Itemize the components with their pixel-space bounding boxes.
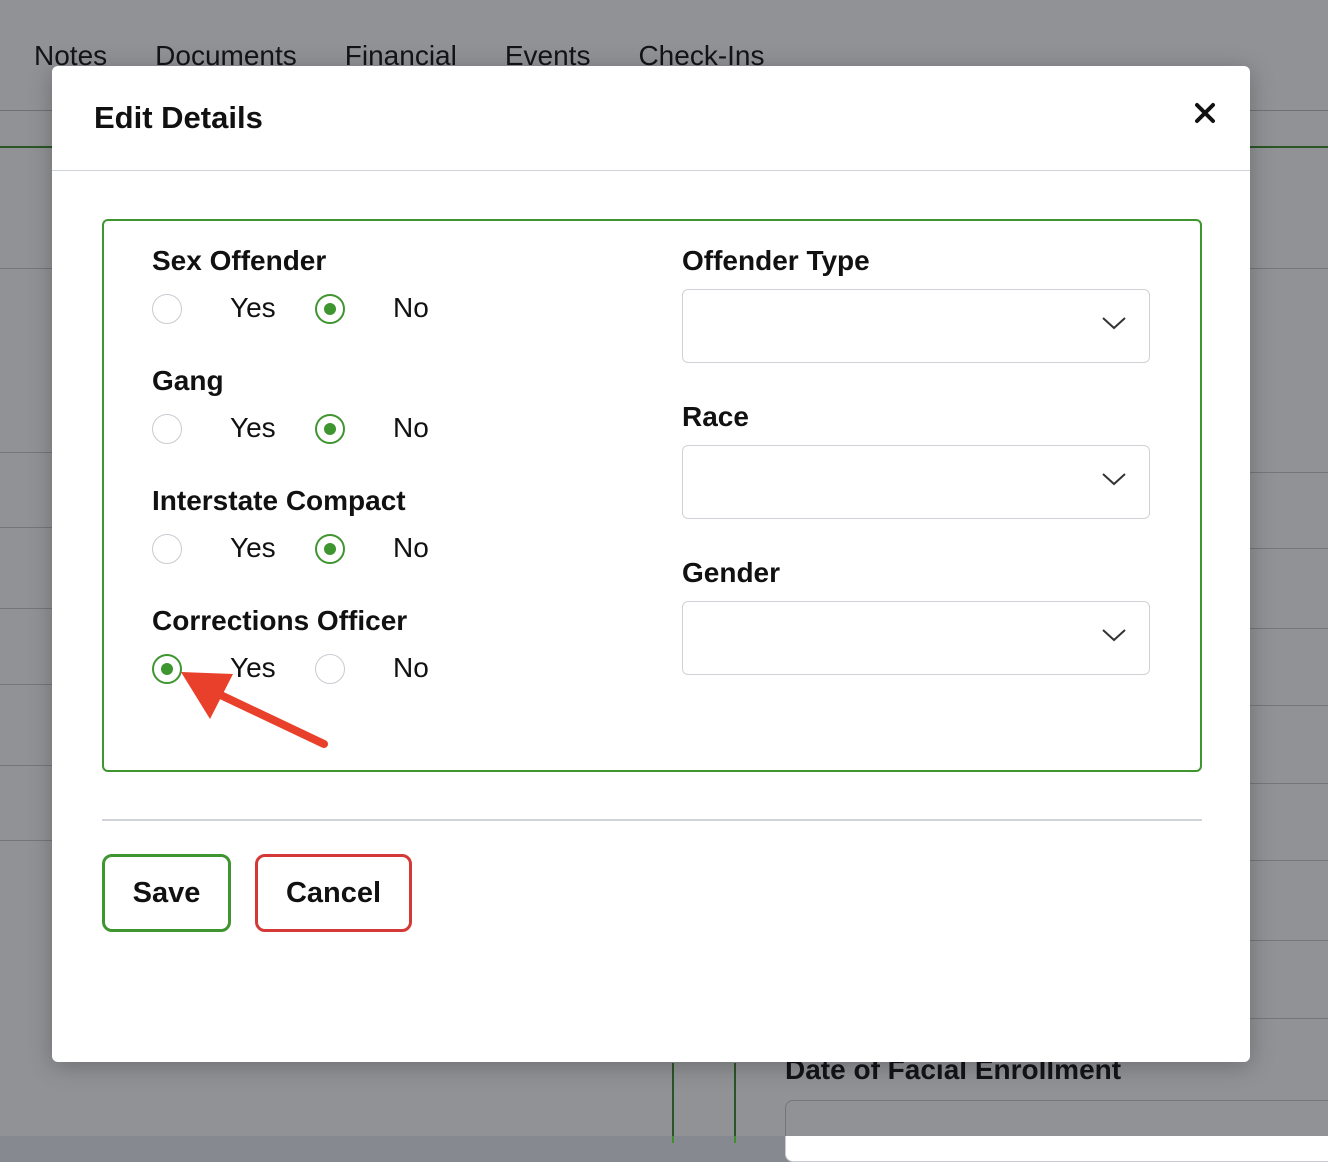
chevron-down-icon [1102,473,1126,486]
close-icon [1195,103,1215,123]
corrections-officer-yes-radio[interactable] [152,654,182,684]
cancel-button[interactable]: Cancel [255,854,412,932]
gang-no-label: No [393,412,429,443]
close-button[interactable] [1188,96,1222,130]
gang-no-radio[interactable] [315,414,345,444]
interstate-compact-yes-radio[interactable] [152,534,182,564]
gang-radio-group: Yes No [152,412,452,450]
sex-offender-no-radio[interactable] [315,294,345,324]
details-form: Sex Offender Yes No Gang Yes No Intersta… [102,219,1202,772]
interstate-compact-radio-group: Yes No [152,532,452,570]
footer-divider [102,819,1202,821]
interstate-compact-label: Interstate Compact [152,485,406,516]
corrections-officer-no-label: No [393,652,429,683]
sex-offender-yes-radio[interactable] [152,294,182,324]
chevron-down-icon [1102,629,1126,642]
modal-title: Edit Details [94,100,263,135]
gang-yes-label: Yes [230,412,276,443]
chevron-down-icon [1102,317,1126,330]
sex-offender-yes-label: Yes [230,292,276,323]
interstate-compact-no-label: No [393,532,429,563]
sex-offender-no-label: No [393,292,429,323]
corrections-officer-label: Corrections Officer [152,605,408,636]
corrections-officer-yes-label: Yes [230,652,276,683]
modal-header: Edit Details [52,66,1250,171]
corrections-officer-radio-group: Yes No [152,652,452,690]
gender-select[interactable] [682,601,1150,675]
gender-label: Gender [682,557,781,588]
race-select[interactable] [682,445,1150,519]
interstate-compact-no-radio[interactable] [315,534,345,564]
sex-offender-radio-group: Yes No [152,292,452,330]
race-label: Race [682,401,749,432]
save-button[interactable]: Save [102,854,231,932]
sex-offender-label: Sex Offender [152,245,327,276]
edit-details-modal: Edit Details Sex Offender Yes No Gang Ye… [52,66,1250,1062]
offender-type-label: Offender Type [682,245,870,276]
offender-type-select[interactable] [682,289,1150,363]
gang-yes-radio[interactable] [152,414,182,444]
gang-label: Gang [152,365,224,396]
corrections-officer-no-radio[interactable] [315,654,345,684]
interstate-compact-yes-label: Yes [230,532,276,563]
